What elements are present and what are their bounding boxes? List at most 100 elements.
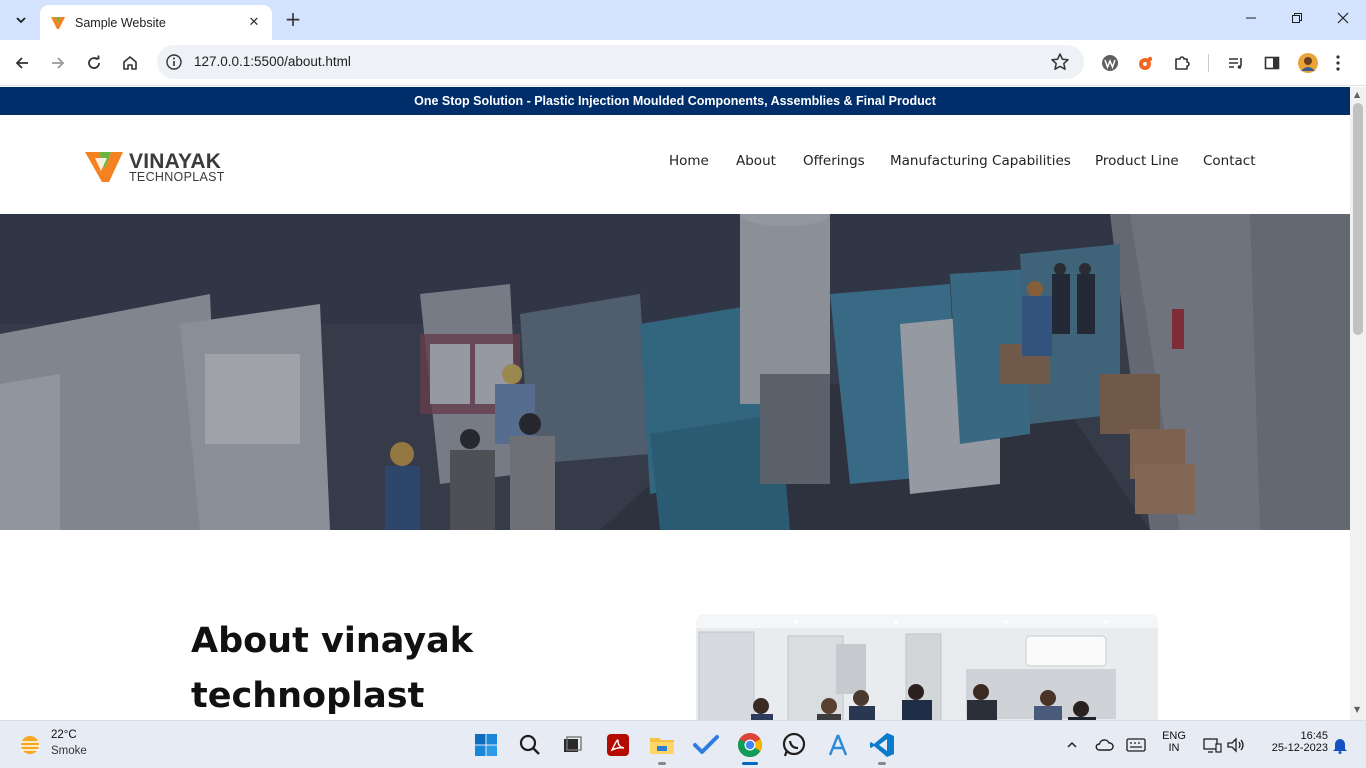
restore-button[interactable]	[1274, 6, 1320, 34]
arrow-left-icon	[15, 57, 28, 69]
info-icon[interactable]	[165, 53, 183, 71]
wordpress-extension-button[interactable]	[1098, 51, 1122, 75]
whatsapp-icon	[782, 732, 806, 757]
weather-haze-icon	[20, 736, 40, 754]
browser-toolbar: 127.0.0.1:5500/about.html	[0, 40, 1366, 86]
site-favicon-icon	[51, 16, 65, 29]
taskbar-search-button[interactable]	[516, 731, 544, 759]
top-banner: One Stop Solution - Plastic Injection Mo…	[0, 87, 1350, 115]
keyboard-icon	[1126, 738, 1146, 752]
nav-product-line[interactable]: Product Line	[1095, 153, 1179, 169]
tab-close-icon[interactable]: ✕	[246, 15, 262, 30]
taskbar-chrome[interactable]	[736, 731, 764, 765]
meeting-room-image	[696, 614, 1158, 720]
profile-avatar[interactable]	[1296, 51, 1320, 75]
weather-widget[interactable]: 22°C Smoke	[18, 729, 138, 761]
main-nav: Home About Offerings Manufacturing Capab…	[0, 153, 1350, 173]
forward-button[interactable]	[46, 51, 70, 75]
nav-offerings[interactable]: Offerings	[803, 153, 865, 169]
minimize-button[interactable]	[1228, 6, 1274, 34]
restore-icon	[1292, 13, 1302, 23]
taskbar-file-explorer[interactable]	[648, 731, 676, 765]
language-code: ENG	[1162, 730, 1186, 742]
windows-start-icon	[475, 734, 497, 756]
clock-time: 16:45	[1300, 730, 1328, 742]
wordpress-icon	[1102, 55, 1118, 71]
tab-search-button[interactable]	[8, 7, 34, 33]
reload-icon	[88, 55, 100, 69]
close-icon	[1337, 12, 1349, 24]
nav-home[interactable]: Home	[669, 153, 709, 169]
bookmark-star-icon[interactable]	[1050, 52, 1070, 72]
nav-about[interactable]: About	[736, 153, 776, 169]
side-panel-button[interactable]	[1260, 51, 1284, 75]
task-view-button[interactable]	[558, 731, 586, 759]
back-button[interactable]	[10, 51, 34, 75]
chevron-down-icon	[16, 17, 26, 24]
arrow-right-icon	[52, 57, 65, 69]
home-icon	[123, 56, 137, 70]
notifications-button[interactable]	[1326, 731, 1354, 759]
new-tab-button[interactable]: +	[282, 8, 304, 32]
windows-taskbar: 22°C Smoke ENG IN 16:45 25-12-2023	[0, 720, 1366, 768]
taskbar-app-installer[interactable]	[824, 731, 852, 759]
taskbar-whatsapp[interactable]	[780, 731, 808, 759]
vscode-icon	[870, 733, 894, 757]
extension-button[interactable]	[1134, 51, 1158, 75]
checkmark-todo-icon	[693, 735, 719, 754]
nav-manufacturing-capabilities[interactable]: Manufacturing Capabilities	[890, 153, 1071, 169]
reload-button[interactable]	[82, 51, 106, 75]
taskbar-todo[interactable]	[692, 731, 720, 759]
network-monitor-icon	[1203, 738, 1222, 753]
media-queue-icon	[1229, 58, 1242, 69]
scroll-up-icon[interactable]: ▲	[1354, 90, 1360, 99]
region-code: IN	[1168, 742, 1180, 754]
page-viewport: One Stop Solution - Plastic Injection Mo…	[0, 87, 1350, 720]
cloud-icon	[1095, 739, 1114, 751]
kebab-menu-icon	[1336, 55, 1340, 71]
side-panel-icon	[1264, 56, 1280, 70]
minimize-icon	[1246, 17, 1256, 19]
acrobat-icon	[607, 734, 629, 756]
taskbar-vscode[interactable]	[868, 731, 896, 765]
volume-button[interactable]	[1222, 731, 1250, 759]
running-indicator	[658, 762, 666, 765]
extension-flame-icon	[1139, 56, 1153, 70]
puzzle-icon	[1175, 56, 1190, 70]
chevron-up-icon	[1067, 741, 1077, 748]
nav-contact[interactable]: Contact	[1203, 153, 1256, 169]
start-button[interactable]	[472, 731, 500, 759]
tray-overflow-button[interactable]	[1058, 731, 1086, 759]
extensions-menu-button[interactable]	[1170, 51, 1194, 75]
touch-keyboard-button[interactable]	[1122, 731, 1150, 759]
home-button[interactable]	[118, 51, 142, 75]
url-text[interactable]: 127.0.0.1:5500/about.html	[194, 54, 351, 69]
page-scrollbar[interactable]: ▲ ▼	[1350, 87, 1366, 720]
media-control-button[interactable]	[1224, 51, 1248, 75]
about-meeting-photo	[696, 614, 1158, 720]
folder-icon	[650, 738, 674, 754]
bell-icon	[1333, 739, 1347, 754]
chrome-menu-button[interactable]	[1326, 51, 1350, 75]
scrollbar-thumb[interactable]	[1353, 103, 1363, 335]
site-header: VINAYAK TECHNOPLAST Home About Offerings…	[0, 115, 1350, 214]
weather-temperature: 22°C	[51, 729, 77, 741]
active-indicator	[742, 762, 758, 765]
about-heading: About vinayak technoplast	[191, 621, 473, 716]
app-installer-icon	[828, 734, 848, 756]
tab-title: Sample Website	[75, 15, 166, 30]
onedrive-button[interactable]	[1090, 731, 1118, 759]
weather-condition: Smoke	[51, 745, 87, 757]
taskbar-acrobat[interactable]	[604, 731, 632, 759]
address-bar[interactable]: 127.0.0.1:5500/about.html	[157, 45, 1084, 79]
clock[interactable]: 16:45 25-12-2023	[1256, 730, 1328, 754]
close-window-button[interactable]	[1320, 6, 1366, 34]
avatar-icon	[1298, 53, 1318, 73]
scroll-down-icon[interactable]: ▼	[1354, 705, 1360, 714]
speaker-icon	[1227, 737, 1244, 753]
language-indicator[interactable]: ENG IN	[1158, 730, 1190, 754]
running-indicator	[878, 762, 886, 765]
clock-date: 25-12-2023	[1271, 742, 1328, 754]
browser-titlebar: Sample Website ✕ +	[0, 0, 1366, 40]
browser-tab[interactable]: Sample Website ✕	[40, 5, 272, 40]
